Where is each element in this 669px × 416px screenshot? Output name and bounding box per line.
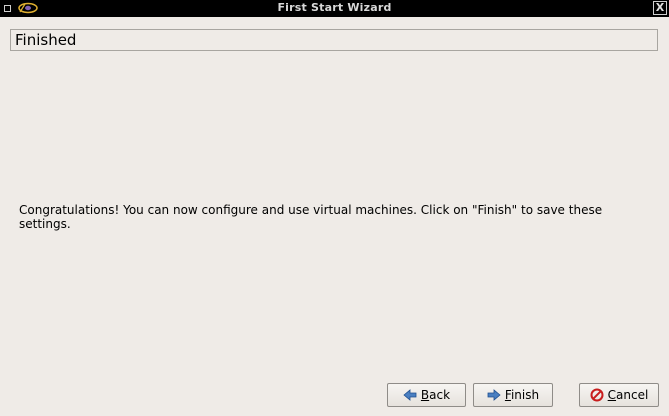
finish-message: Congratulations! You can now configure a… — [19, 203, 603, 231]
page-header: Finished — [10, 29, 658, 51]
back-button[interactable]: Back — [387, 383, 466, 407]
page-title: Finished — [15, 31, 77, 49]
title-bar[interactable]: First Start Wizard X — [0, 0, 669, 17]
arrow-right-icon — [487, 389, 501, 401]
cancel-icon — [590, 388, 604, 402]
window-title: First Start Wizard — [277, 1, 392, 14]
close-button[interactable]: X — [653, 1, 667, 15]
finish-button-label: Finish — [504, 388, 540, 402]
cancel-button[interactable]: Cancel — [579, 383, 659, 407]
arrow-left-icon — [403, 389, 417, 401]
finish-button[interactable]: Finish — [473, 383, 553, 407]
cancel-button-label: Cancel — [607, 388, 649, 402]
back-button-label: Back — [420, 388, 451, 402]
